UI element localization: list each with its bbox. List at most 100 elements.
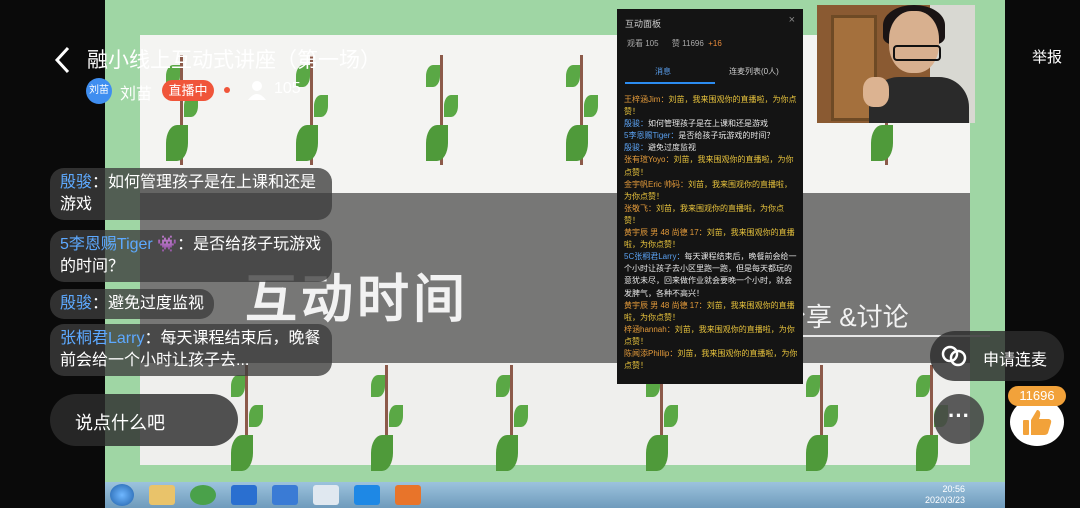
start-button-icon <box>110 484 134 506</box>
leaf-icon <box>444 95 458 117</box>
leaf-icon <box>514 405 528 427</box>
panel-message-name: 殷骏： <box>624 119 648 129</box>
leaf-icon <box>231 435 253 471</box>
panel-message-text: 是否给孩子玩游戏的时间？ <box>678 131 775 141</box>
folder-icon <box>149 485 175 505</box>
chat-message: 殷骏：避免过度监视 <box>50 289 215 319</box>
comment-placeholder: 说点什么吧 <box>75 413 165 433</box>
leaf-icon <box>314 95 328 117</box>
chat-username: 殷骏 <box>60 295 93 312</box>
like-delta: +16 <box>708 39 722 48</box>
panel-title: 互动面板 <box>625 19 662 29</box>
leaf-icon <box>664 405 678 427</box>
viewer-stat: 观看 105 <box>627 39 659 48</box>
more-button[interactable]: ··· <box>934 394 984 444</box>
chat-separator: ： <box>92 295 109 312</box>
taskbar-date: 2020/3/23 <box>924 495 965 505</box>
request-mic-label: 申请连麦 <box>983 352 1048 369</box>
webcam-face <box>889 11 939 73</box>
chat-username: 5李恩赐Tiger <box>60 236 153 253</box>
host-avatar[interactable]: 刘苗 <box>86 78 112 104</box>
panel-message-name: 梓涵hannah： <box>624 324 675 334</box>
leaf-icon <box>871 125 893 161</box>
panel-message: 黄宇辰 男 48 尚德 17：刘苗，我来围观你的直播啦，为你点赞！ <box>624 300 798 324</box>
panel-message: 殷骏：如何管理孩子是在上课和还是游戏 <box>624 118 798 130</box>
person-icon <box>248 81 266 100</box>
chat-message: 殷骏：如何管理孩子是在上课和还是游戏 <box>50 168 332 220</box>
panel-message: 张有瑄Yoyo：刘苗，我来围观你的直播啦，为你点赞！ <box>624 154 798 178</box>
chat-separator: 👾： <box>152 236 194 253</box>
leaf-icon <box>371 435 393 471</box>
leaf-icon <box>389 405 403 427</box>
tab-messages[interactable]: 消息 <box>655 66 671 77</box>
leaf-icon <box>249 405 263 427</box>
viewer-count: 105 <box>274 80 301 97</box>
leaf-icon <box>426 125 448 161</box>
leaf-icon <box>566 65 580 87</box>
tab-indicator <box>625 82 715 84</box>
webcam-feed <box>817 5 975 123</box>
tab-mic-list[interactable]: 连麦列表(0人) <box>729 66 779 77</box>
leaf-icon <box>426 65 440 87</box>
chat-text: 避免过度监视 <box>108 295 205 312</box>
live-badge: 直播中 <box>162 80 214 101</box>
webcam-glasses <box>893 45 941 61</box>
thumbs-up-icon <box>1023 410 1052 435</box>
panel-message: 5C张桐君Larry：每天课程结束后，晚餐前会给一个小时让孩子去小区里跑一跑，但… <box>624 251 798 299</box>
webcam-hand <box>863 77 889 107</box>
panel-message-name: 张敬飞： <box>624 203 656 213</box>
panel-message: 殷骏：避免过度监视 <box>624 142 798 154</box>
comment-input[interactable]: 说点什么吧 <box>50 394 238 446</box>
report-button[interactable]: 举报 <box>1032 46 1062 67</box>
cursor-app-icon <box>313 485 339 505</box>
panel-message-name: 殷骏： <box>624 143 648 153</box>
chat-username: 张桐君Larry <box>60 330 145 347</box>
taskbar-clock: 20:56 2020/3/23 <box>925 484 965 506</box>
chat-separator: ： <box>144 330 161 347</box>
panel-message-name: 张有瑄Yoyo： <box>624 155 674 165</box>
panel-message-name: 金宇帆Eric 帅码： <box>624 179 688 189</box>
panel-message-name: 5李恩赐Tiger： <box>624 131 679 141</box>
panel-message-name: 王梓涵Jim： <box>624 95 669 104</box>
request-mic-button[interactable]: 申请连麦 <box>930 331 1064 381</box>
windows-taskbar: 20:56 2020/3/23 <box>105 482 1005 508</box>
leaf-icon <box>916 375 930 397</box>
panel-message: 陈闻添Phillip：刘苗，我来围观你的直播啦，为你点赞！ <box>624 348 798 372</box>
chat-message: 张桐君Larry：每天课程结束后，晚餐前会给一个小时让孩子去... <box>50 324 332 376</box>
panel-message: 5李恩赐Tiger：是否给孩子玩游戏的时间？ <box>624 130 798 142</box>
chat-username: 殷骏 <box>60 174 93 191</box>
leaf-icon <box>166 125 188 161</box>
panel-message: 梓涵hannah：刘苗，我来围观你的直播啦，为你点赞！ <box>624 324 798 348</box>
leaf-icon <box>916 435 938 471</box>
panel-message: 黄宇辰 男 48 尚德 17：刘苗，我来围观你的直播啦，为你点赞！ <box>624 227 798 251</box>
ppt-icon <box>395 485 421 505</box>
leaf-icon <box>296 125 318 161</box>
panel-stats: 观看 105 赞 11696 +16 <box>627 38 722 49</box>
panel-message: 王梓涵Jim：刘苗，我来围观你的直播啦，为你点赞！ <box>624 94 798 118</box>
leaf-icon <box>806 435 828 471</box>
chat-message: 5李恩赐Tiger 👾：是否给孩子玩游戏的时间？ <box>50 230 332 282</box>
player-icon <box>231 485 257 505</box>
panel-message-name: 黄宇辰 男 48 尚德 17： <box>624 228 707 238</box>
like-stat: 赞 11696 <box>671 39 704 48</box>
panel-message-text: 如何管理孩子是在上课和还是游戏 <box>648 119 768 129</box>
room-title: 融小线上互动式讲座（第一场） <box>87 49 381 72</box>
video-app-icon <box>354 485 380 505</box>
panel-message: 张敬飞：刘苗，我来围观你的直播啦，为你点赞！ <box>624 203 798 227</box>
leaf-icon <box>496 375 510 397</box>
close-icon[interactable]: × <box>789 14 795 26</box>
like-count: 11696 <box>1008 386 1066 406</box>
browser-icon <box>190 485 216 505</box>
leaf-icon <box>371 375 385 397</box>
leaf-icon <box>231 375 245 397</box>
taskbar-time: 20:56 <box>942 484 965 494</box>
host-name[interactable]: 刘苗 <box>120 80 152 104</box>
leaf-icon <box>806 375 820 397</box>
panel-message-list: 王梓涵Jim：刘苗，我来围观你的直播啦，为你点赞！ 殷骏：如何管理孩子是在上课和还… <box>624 94 798 372</box>
leaf-icon <box>584 95 598 117</box>
panel-message-text: 避免过度监视 <box>648 143 696 153</box>
back-button[interactable] <box>52 42 78 78</box>
wps-icon <box>272 485 298 505</box>
leaf-icon <box>646 435 668 471</box>
interaction-panel: 互动面板 × 观看 105 赞 11696 +16 消息 连麦列表(0人) 王梓… <box>617 9 803 384</box>
